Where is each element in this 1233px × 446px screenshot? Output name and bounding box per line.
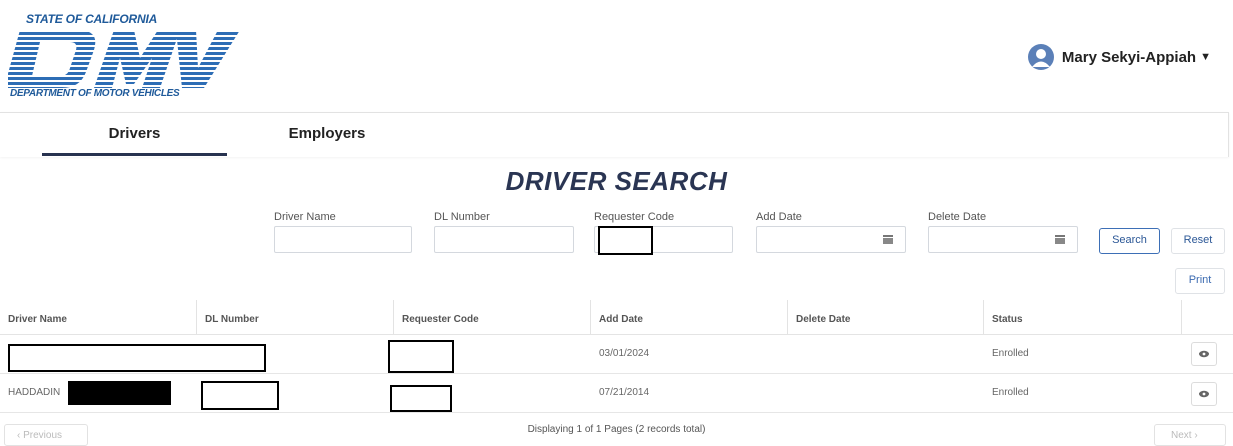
redaction-box	[598, 226, 653, 255]
logo-department-text: DEPARTMENT OF MOTOR VEHICLES	[10, 88, 180, 99]
column-divider	[1181, 300, 1182, 334]
delete-date-label: Delete Date	[928, 211, 987, 223]
tab-employers[interactable]: Employers	[232, 125, 422, 142]
driver-name-input[interactable]	[274, 226, 412, 253]
column-divider	[196, 300, 197, 334]
pagination-status: Displaying 1 of 1 Pages (2 records total…	[527, 424, 706, 435]
redaction-box	[8, 344, 266, 372]
cell-status: Enrolled	[992, 348, 1029, 359]
tab-drivers[interactable]: Drivers	[42, 125, 227, 142]
redaction-box	[390, 385, 452, 412]
column-divider	[787, 300, 788, 334]
user-name: Mary Sekyi-Appiah	[1061, 48, 1197, 66]
column-divider	[393, 300, 394, 334]
calendar-icon[interactable]	[883, 235, 893, 244]
eye-icon	[1199, 390, 1209, 398]
redaction-box	[201, 381, 279, 410]
search-button[interactable]: Search	[1099, 228, 1160, 254]
column-header-dl-number[interactable]: DL Number	[205, 314, 259, 325]
table-header: Driver Name DL Number Requester Code Add…	[0, 302, 1233, 335]
cell-add-date: 03/01/2024	[599, 348, 650, 359]
caret-down-icon: ▼	[1200, 51, 1211, 63]
table-row: HADDADIN 07/21/2014 Enrolled	[0, 374, 1233, 413]
user-avatar-icon	[1027, 44, 1054, 70]
driver-name-label: Driver Name	[274, 211, 336, 223]
view-button[interactable]	[1191, 382, 1217, 406]
calendar-icon[interactable]	[1055, 235, 1065, 244]
next-page-button[interactable]: Next ›	[1154, 424, 1226, 446]
dl-number-label: DL Number	[434, 211, 490, 223]
column-header-add-date[interactable]: Add Date	[599, 314, 643, 325]
requester-code-label: Requester Code	[594, 211, 675, 223]
cell-status: Enrolled	[992, 387, 1029, 398]
reset-button[interactable]: Reset	[1171, 228, 1225, 254]
dmv-logo: STATE OF CALIFORNIA DEPARTMENT OF MOTOR …	[8, 12, 240, 104]
eye-icon	[1199, 350, 1209, 358]
add-date-label: Add Date	[756, 211, 802, 223]
cell-driver-name: HADDADIN	[8, 387, 61, 398]
column-header-requester-code[interactable]: Requester Code	[402, 314, 479, 325]
redaction-fill	[68, 381, 171, 405]
view-button[interactable]	[1191, 342, 1217, 366]
cell-add-date: 07/21/2014	[599, 387, 650, 398]
page-title: DRIVER SEARCH	[505, 166, 728, 196]
column-header-delete-date[interactable]: Delete Date	[796, 314, 850, 325]
redaction-box	[388, 340, 454, 373]
print-button[interactable]: Print	[1175, 268, 1225, 294]
chevron-right-icon: ›	[1194, 430, 1198, 441]
column-header-driver-name[interactable]: Driver Name	[8, 314, 67, 325]
user-menu[interactable]: Mary Sekyi-Appiah ▼	[1027, 42, 1211, 72]
column-divider	[983, 300, 984, 334]
next-label: Next	[1171, 430, 1192, 441]
active-tab-indicator	[42, 153, 227, 156]
column-divider	[590, 300, 591, 334]
column-header-status[interactable]: Status	[992, 314, 1023, 325]
delete-date-input[interactable]	[928, 226, 1078, 253]
add-date-input[interactable]	[756, 226, 906, 253]
dl-number-input[interactable]	[434, 226, 574, 253]
